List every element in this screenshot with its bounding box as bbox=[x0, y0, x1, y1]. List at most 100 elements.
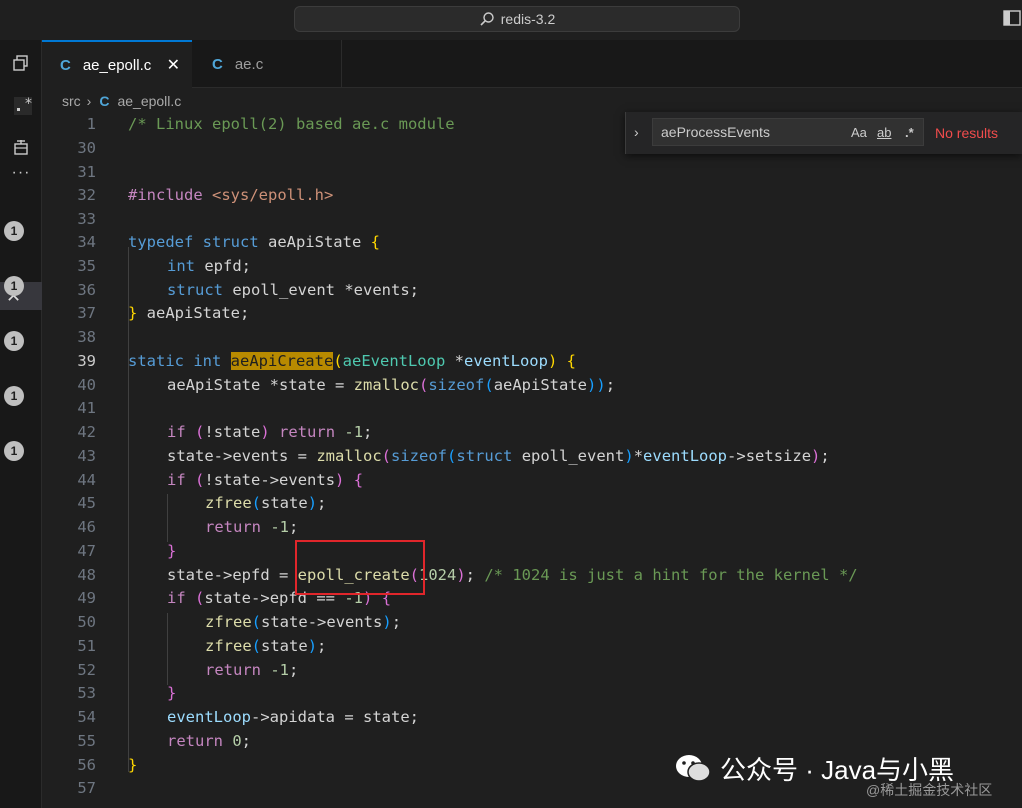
problem-badge[interactable]: 1 bbox=[4, 331, 24, 351]
line-number: 41 bbox=[77, 399, 96, 417]
tab-ae-c[interactable]: C ae.c bbox=[192, 40, 342, 88]
code-token: zfree bbox=[205, 494, 252, 512]
code-token: static int bbox=[128, 352, 231, 370]
chevron-right-icon: › bbox=[86, 93, 92, 109]
code-token: ( bbox=[195, 423, 205, 441]
code-token: setsize bbox=[745, 447, 812, 465]
code-token: ( bbox=[381, 447, 392, 465]
code-token: zmalloc bbox=[316, 447, 382, 465]
code-editor[interactable]: 1/* Linux epoll(2) based ae.c module 30 … bbox=[42, 112, 1022, 808]
code-token: -1 bbox=[344, 423, 364, 441]
code-token: } bbox=[128, 304, 147, 322]
tab-ae-epoll-c[interactable]: C ae_epoll.c ✕ bbox=[42, 40, 192, 88]
code-token: zfree bbox=[205, 637, 252, 655]
code-token: state bbox=[213, 471, 261, 489]
code-token: = bbox=[325, 376, 354, 394]
breadcrumb-folder[interactable]: src bbox=[62, 93, 81, 109]
problem-badge[interactable]: 1 bbox=[4, 441, 24, 461]
find-status: No results bbox=[935, 125, 999, 141]
code-token: /* 1024 is just a hint for the kernel */ bbox=[484, 566, 858, 584]
code-token: { bbox=[353, 471, 364, 489]
code-token: ! bbox=[204, 471, 214, 489]
code-token: ) bbox=[811, 447, 821, 465]
code-token: } bbox=[167, 684, 177, 702]
activity-bar: * ··· 1 ✕ 1 1 1 1 bbox=[0, 40, 42, 808]
line-number: 44 bbox=[77, 471, 96, 489]
breadcrumb-file[interactable]: ae_epoll.c bbox=[117, 93, 181, 109]
code-line: 41 bbox=[42, 396, 1022, 420]
problem-badge[interactable]: 1 bbox=[4, 276, 24, 296]
code-token: return bbox=[167, 732, 233, 750]
code-token: ) bbox=[260, 423, 280, 441]
code-token: -> bbox=[251, 589, 270, 607]
code-token: ; bbox=[605, 376, 616, 394]
code-token: ; bbox=[317, 637, 327, 655]
code-line: 51 zfree(state); bbox=[42, 634, 1022, 658]
code-token: ; bbox=[363, 423, 373, 441]
code-line: 34 typedef struct aeApiState { bbox=[42, 230, 1022, 254]
line-number: 56 bbox=[77, 756, 96, 774]
code-token: sizeof bbox=[428, 376, 485, 394]
code-token: int bbox=[167, 257, 205, 275]
line-number: 37 bbox=[77, 304, 96, 322]
code-line: 53} bbox=[42, 681, 1022, 705]
code-token: state bbox=[213, 423, 261, 441]
line-number: 38 bbox=[77, 328, 96, 346]
code-line: 49 if (state->epfd == -1) { bbox=[42, 586, 1022, 610]
whole-word-icon[interactable]: ab bbox=[877, 125, 891, 140]
line-number: 34 bbox=[77, 233, 96, 251]
toggle-sidebar-icon[interactable] bbox=[1003, 10, 1021, 26]
code-token: aeApiState bbox=[146, 304, 240, 322]
code-token: state bbox=[363, 708, 410, 726]
extensions-icon[interactable] bbox=[0, 138, 42, 156]
workspace-name: redis-3.2 bbox=[500, 11, 556, 27]
explorer-icon[interactable] bbox=[0, 54, 42, 72]
code-token: return bbox=[205, 518, 271, 536]
code-token: ; bbox=[241, 257, 251, 275]
command-center-search[interactable]: redis-3.2 bbox=[294, 6, 740, 32]
regex-icon[interactable]: .* bbox=[905, 125, 914, 140]
line-number: 55 bbox=[77, 732, 96, 750]
close-tab-icon[interactable]: ✕ bbox=[167, 55, 180, 75]
code-token: aeEventLoop bbox=[342, 352, 455, 370]
code-token: * bbox=[633, 447, 644, 465]
code-token: state bbox=[261, 613, 308, 631]
code-token: if bbox=[167, 589, 195, 607]
more-icon[interactable]: ··· bbox=[0, 164, 42, 182]
code-token: if bbox=[167, 423, 195, 441]
line-number: 43 bbox=[77, 447, 96, 465]
code-token: <sys/epoll.h> bbox=[212, 186, 334, 204]
code-token: ; bbox=[289, 661, 299, 679]
code-token: epfd bbox=[204, 257, 242, 275]
code-token: sizeof bbox=[391, 447, 448, 465]
code-line: 40 aeApiState *state = zmalloc(sizeof(aeA… bbox=[42, 373, 1022, 397]
code-token: state bbox=[261, 637, 308, 655]
code-line: 48 state->epfd = epoll_create(1024); /* 1… bbox=[42, 563, 1022, 587]
code-line: 38 bbox=[42, 325, 1022, 349]
svg-text:*: * bbox=[25, 96, 32, 112]
code-token: events bbox=[353, 281, 410, 299]
code-token: state bbox=[261, 494, 308, 512]
regex-search-icon[interactable]: * bbox=[2, 94, 44, 118]
code-token: zmalloc bbox=[353, 376, 419, 394]
code-token: ) bbox=[547, 352, 567, 370]
code-token: ( bbox=[484, 376, 494, 394]
code-line: 31 bbox=[42, 160, 1022, 184]
problem-badge[interactable]: 1 bbox=[4, 386, 24, 406]
problem-badge[interactable]: 1 bbox=[4, 221, 24, 241]
code-token: -> bbox=[213, 566, 233, 584]
line-number: 48 bbox=[77, 566, 96, 584]
code-token: events bbox=[232, 447, 289, 465]
line-number: 1 bbox=[86, 115, 96, 133]
code-token: state bbox=[167, 566, 214, 584]
toggle-replace-chevron-icon[interactable]: › bbox=[634, 124, 639, 140]
match-case-icon[interactable]: Aa bbox=[851, 125, 867, 140]
code-token: -> bbox=[307, 613, 327, 631]
code-token: ; bbox=[289, 518, 299, 536]
code-token: * bbox=[269, 376, 279, 394]
find-input[interactable]: aeProcessEvents Aa ab .* bbox=[652, 118, 924, 146]
line-number: 50 bbox=[77, 613, 96, 631]
code-token: { bbox=[370, 233, 380, 251]
code-token: ( bbox=[251, 637, 262, 655]
code-token: ; bbox=[240, 304, 250, 322]
